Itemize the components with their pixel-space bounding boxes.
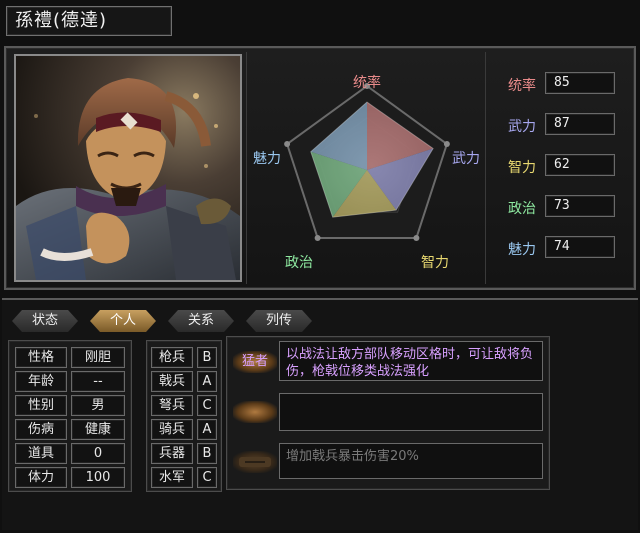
aptitude-label: 戟兵 bbox=[151, 371, 193, 392]
stat-value: 62 bbox=[545, 154, 615, 176]
profile-value: -- bbox=[71, 371, 125, 392]
skill-name[interactable]: 猛者 bbox=[233, 351, 277, 373]
profile-label: 年龄 bbox=[15, 371, 67, 392]
stat-row-zhili: 智力 62 bbox=[500, 154, 630, 178]
profile-label: 伤病 bbox=[15, 419, 67, 440]
officer-portrait bbox=[14, 54, 242, 282]
stat-value: 85 bbox=[545, 72, 615, 94]
radar-label-wuli: 武力 bbox=[452, 151, 480, 167]
aptitude-label: 枪兵 bbox=[151, 347, 193, 368]
skills-panel: 猛者 以战法让敌方部队移动区格时，可让敌将负伤，枪戟位移类战法强化 增加戟兵暴击… bbox=[226, 336, 550, 490]
profile-label: 道具 bbox=[15, 443, 67, 464]
radar-vertex bbox=[314, 234, 321, 241]
radar-label-zhili: 智力 bbox=[421, 255, 449, 271]
aptitude-label: 水军 bbox=[151, 467, 193, 488]
skill-description: 以战法让敌方部队移动区格时，可让敌将负伤，枪戟位移类战法强化 bbox=[279, 341, 543, 381]
stat-row-tongshuai: 统率 85 bbox=[500, 72, 630, 96]
stat-row-meili: 魅力 74 bbox=[500, 236, 630, 260]
portrait-image bbox=[16, 56, 240, 280]
stat-value: 87 bbox=[545, 113, 615, 135]
radar-vertex bbox=[284, 141, 291, 148]
profile-label: 性别 bbox=[15, 395, 67, 416]
radar-label-zhengzhi: 政治 bbox=[285, 255, 313, 271]
stat-row-zhengzhi: 政治 73 bbox=[500, 195, 630, 219]
aptitude-grade: B bbox=[197, 443, 217, 464]
stat-label: 统率 bbox=[508, 78, 536, 94]
radar-vertex bbox=[413, 234, 420, 241]
tab-status[interactable]: 状态 bbox=[12, 310, 78, 332]
officer-overview-panel: 统率 武力 智力 政治 魅力 统率 85 武力 87 智力 62 政治 73 魅… bbox=[4, 46, 636, 290]
profile-value: 100 bbox=[71, 467, 125, 488]
aptitude-label: 骑兵 bbox=[151, 419, 193, 440]
officer-name-title: 孫禮(德達) bbox=[6, 6, 172, 36]
aptitude-grade: B bbox=[197, 347, 217, 368]
skill-slot-empty[interactable] bbox=[233, 401, 277, 423]
ability-radar: 统率 武力 智力 政治 魅力 bbox=[246, 52, 486, 284]
stat-row-wuli: 武力 87 bbox=[500, 113, 630, 137]
radar-label-meili: 魅力 bbox=[253, 151, 281, 167]
radar-label-tongshuai: 统率 bbox=[353, 75, 381, 91]
stat-label: 智力 bbox=[508, 160, 536, 176]
skill-description-empty bbox=[279, 393, 543, 431]
locked-skill-emblem-icon bbox=[239, 457, 271, 467]
aptitude-label: 弩兵 bbox=[151, 395, 193, 416]
profile-value: 男 bbox=[71, 395, 125, 416]
aptitude-grade: C bbox=[197, 395, 217, 416]
skill-description-locked: 增加戟兵暴击伤害20% bbox=[279, 443, 543, 479]
radar-vertex bbox=[443, 141, 450, 148]
tab-personal[interactable]: 个人 bbox=[90, 310, 156, 332]
stat-label: 政治 bbox=[508, 201, 536, 217]
profile-value: 0 bbox=[71, 443, 125, 464]
profile-panel: 性格 刚胆 年龄 -- 性别 男 伤病 健康 道具 0 体力 100 bbox=[8, 340, 132, 492]
aptitude-grade: A bbox=[197, 371, 217, 392]
stat-label: 武力 bbox=[508, 119, 536, 135]
profile-value: 健康 bbox=[71, 419, 125, 440]
stat-label: 魅力 bbox=[508, 242, 536, 258]
aptitude-grade: A bbox=[197, 419, 217, 440]
officer-screen: 孫禮(德達) 统率 武力 智力 政治 魅力 统率 85 武力 87 智力 62 … bbox=[0, 0, 640, 533]
aptitude-label: 兵器 bbox=[151, 443, 193, 464]
aptitude-grade: C bbox=[197, 467, 217, 488]
stat-value: 74 bbox=[545, 236, 615, 258]
tab-relations[interactable]: 关系 bbox=[168, 310, 234, 332]
profile-value: 刚胆 bbox=[71, 347, 125, 368]
skill-slot-locked[interactable] bbox=[233, 451, 277, 473]
stat-value: 73 bbox=[545, 195, 615, 217]
profile-label: 体力 bbox=[15, 467, 67, 488]
profile-label: 性格 bbox=[15, 347, 67, 368]
aptitude-panel: 枪兵 B 戟兵 A 弩兵 C 骑兵 A 兵器 B 水军 C bbox=[146, 340, 222, 492]
tab-biography[interactable]: 列传 bbox=[246, 310, 312, 332]
